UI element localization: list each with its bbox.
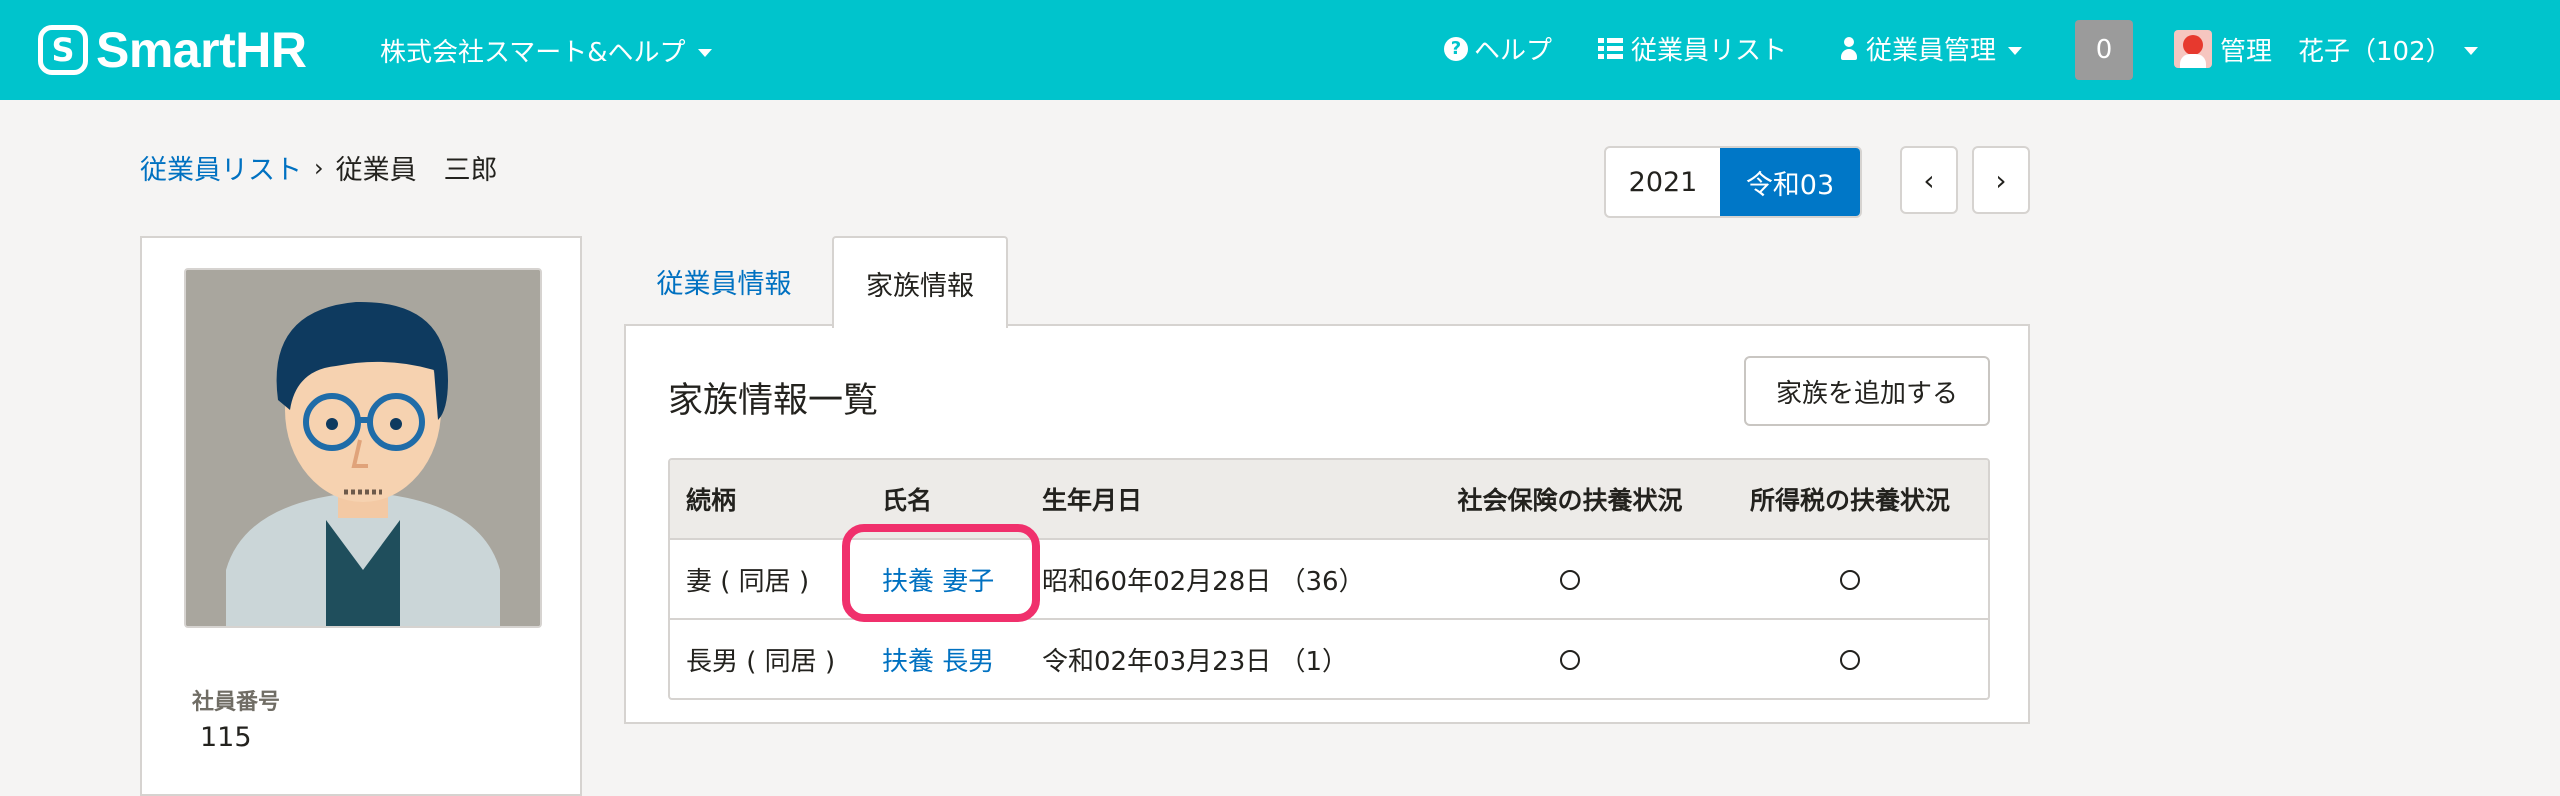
employee-number-label: 社員番号 bbox=[192, 690, 281, 715]
company-name: 株式会社スマート&ヘルプ bbox=[380, 38, 686, 68]
employee-illustration bbox=[186, 270, 540, 626]
prev-year-button[interactable]: ‹ bbox=[1900, 146, 1958, 214]
profile-card: 社員番号 115 bbox=[140, 236, 582, 796]
user-avatar bbox=[2174, 30, 2212, 68]
smarthr-logo[interactable]: S SmartHR bbox=[38, 22, 307, 78]
help-link[interactable]: ? ヘルプ bbox=[1444, 30, 1552, 67]
circle-mark-icon bbox=[1840, 569, 1860, 590]
breadcrumb: 従業員リスト › 従業員 三郎 bbox=[140, 148, 498, 187]
social-insurance-cell bbox=[1440, 644, 1700, 674]
top-header: S SmartHR 株式会社スマート&ヘルプ ? ヘルプ 従業員リスト 従業員管… bbox=[0, 0, 2560, 100]
col-name: 氏名 bbox=[882, 486, 933, 515]
income-tax-cell bbox=[1720, 564, 1980, 594]
tab-employee-info[interactable]: 従業員情報 bbox=[624, 236, 824, 326]
add-family-button[interactable]: 家族を追加する bbox=[1744, 356, 1990, 426]
question-circle-icon: ? bbox=[1444, 36, 1468, 61]
employee-list-link[interactable]: 従業員リスト bbox=[1598, 30, 1787, 67]
breadcrumb-employee-list[interactable]: 従業員リスト bbox=[140, 148, 302, 187]
family-list-title: 家族情報一覧 bbox=[668, 381, 879, 421]
employee-list-label: 従業員リスト bbox=[1631, 36, 1788, 66]
chevron-down-icon bbox=[2463, 47, 2478, 55]
col-relation: 続柄 bbox=[686, 486, 737, 515]
relation-cell: 長男 ( 同居 ) bbox=[686, 646, 836, 677]
highlight-box bbox=[842, 524, 1040, 622]
company-switcher[interactable]: 株式会社スマート&ヘルプ bbox=[380, 32, 712, 69]
employee-management-menu[interactable]: 従業員管理 bbox=[1840, 30, 2023, 67]
table-row: 長男 ( 同居 ) 扶養 長男 令和02年03月23日 （1） bbox=[670, 618, 1988, 698]
person-icon bbox=[1840, 36, 1858, 61]
help-label: ヘルプ bbox=[1474, 36, 1553, 66]
year-japanese-button[interactable]: 令和03 bbox=[1720, 148, 1860, 216]
social-insurance-cell bbox=[1440, 564, 1700, 594]
income-tax-cell bbox=[1720, 644, 1980, 674]
logo-mark-icon: S bbox=[38, 25, 88, 75]
col-social-insurance: 社会保険の扶養状況 bbox=[1457, 486, 1683, 515]
logo-text: SmartHR bbox=[96, 22, 307, 78]
tab-family-info[interactable]: 家族情報 bbox=[832, 236, 1008, 328]
family-name-link[interactable]: 扶養 長男 bbox=[882, 641, 994, 678]
breadcrumb-current: 従業員 三郎 bbox=[335, 155, 498, 186]
employee-number-value: 115 bbox=[200, 722, 252, 753]
year-western-button[interactable]: 2021 bbox=[1606, 148, 1720, 216]
chevron-down-icon bbox=[2008, 46, 2023, 55]
employee-management-label: 従業員管理 bbox=[1866, 36, 1997, 66]
circle-mark-icon bbox=[1560, 649, 1580, 670]
chevron-right-icon: › bbox=[314, 153, 324, 182]
next-year-button[interactable]: › bbox=[1972, 146, 2030, 214]
circle-mark-icon bbox=[1840, 649, 1860, 670]
col-income-tax: 所得税の扶養状況 bbox=[1749, 486, 1950, 515]
list-icon bbox=[1598, 38, 1623, 59]
year-switch: 2021 令和03 bbox=[1604, 146, 1862, 218]
col-birthdate: 生年月日 bbox=[1042, 486, 1143, 515]
chevron-right-icon: › bbox=[1995, 163, 2007, 197]
chevron-down-icon bbox=[697, 48, 712, 57]
birthdate-cell: 昭和60年02月28日 （36） bbox=[1042, 566, 1365, 597]
user-name: 管理 花子（102） bbox=[2220, 36, 2452, 67]
employee-photo bbox=[184, 268, 542, 628]
notification-count[interactable]: 0 bbox=[2075, 20, 2133, 80]
circle-mark-icon bbox=[1560, 569, 1580, 590]
chevron-left-icon: ‹ bbox=[1923, 163, 1935, 197]
relation-cell: 妻 ( 同居 ) bbox=[686, 566, 810, 597]
family-panel: 家族情報一覧 家族を追加する 続柄 氏名 生年月日 社会保険の扶養状況 所得税の… bbox=[624, 324, 2030, 724]
user-menu[interactable]: 管理 花子（102） bbox=[2174, 30, 2478, 68]
birthdate-cell: 令和02年03月23日 （1） bbox=[1042, 646, 1349, 677]
